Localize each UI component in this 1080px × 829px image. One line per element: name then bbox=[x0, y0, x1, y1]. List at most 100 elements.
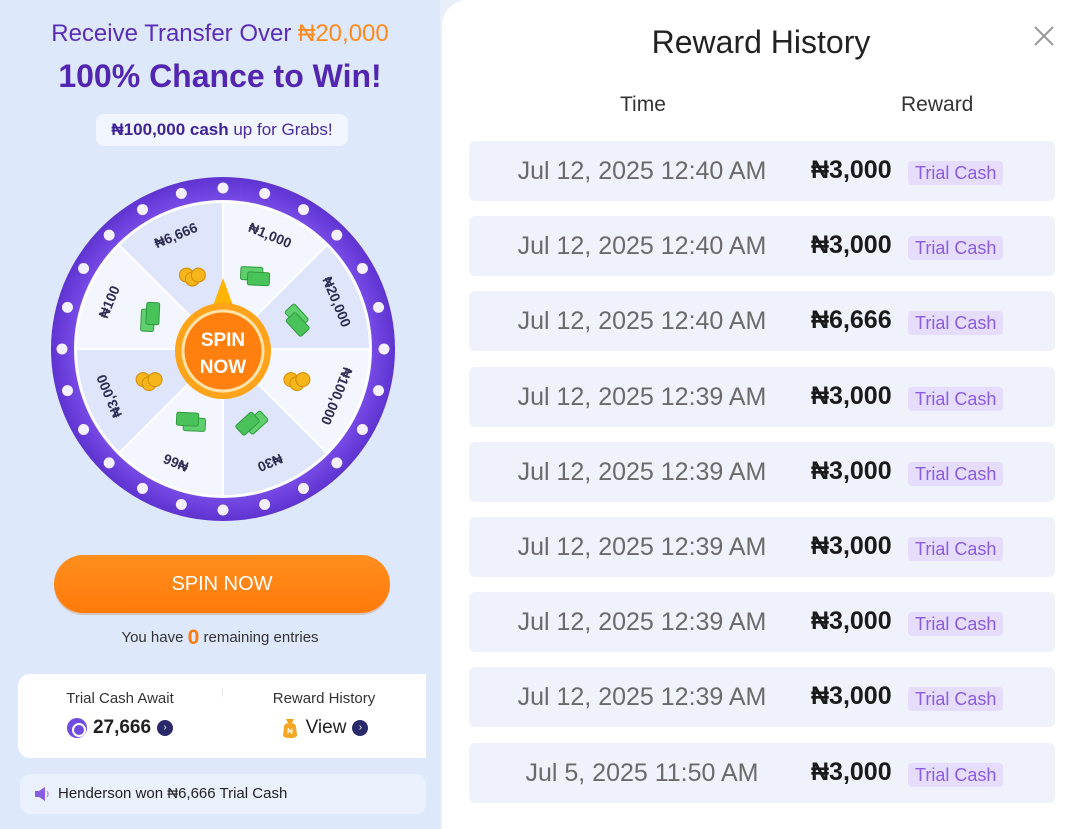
history-row: Jul 12, 2025 12:40 AM ₦6,666 Trial Cash bbox=[469, 291, 1055, 352]
entries-prefix: You have bbox=[121, 629, 188, 646]
history-amount: ₦3,000 bbox=[811, 381, 892, 410]
history-amount: ₦6,666 bbox=[811, 306, 892, 335]
history-row: Jul 12, 2025 12:39 AM ₦3,000 Trial Cash bbox=[469, 516, 1055, 577]
history-amount: ₦3,000 bbox=[811, 682, 892, 711]
winner-ticker: Henderson won ₦6,666 Trial Cash bbox=[20, 774, 426, 814]
grabs-text: up for Grabs! bbox=[228, 120, 333, 139]
history-list: Jul 12, 2025 12:40 AM ₦3,000 Trial Cash Jul… bbox=[469, 141, 1055, 818]
trial-cash-value-row[interactable]: 27,666 › bbox=[18, 717, 222, 739]
history-time: Jul 12, 2025 12:39 AM bbox=[517, 532, 767, 561]
promo-subheadline: 100% Chance to Win! bbox=[58, 58, 382, 94]
summary-card: Trial Cash Await 27,666 › Reward History… bbox=[18, 674, 426, 758]
chevron-right-icon[interactable]: › bbox=[157, 720, 174, 736]
spin-now-button[interactable]: SPIN NOW bbox=[54, 555, 390, 613]
spin-center-inner[interactable] bbox=[181, 309, 265, 393]
column-header-reward: Reward bbox=[901, 93, 974, 116]
grabs-banner: ₦100,000 cash up for Grabs! bbox=[96, 114, 348, 146]
history-tag: Trial Cash bbox=[908, 612, 1004, 637]
history-time: Jul 12, 2025 12:39 AM bbox=[517, 608, 767, 637]
history-row: Jul 12, 2025 12:39 AM ₦3,000 Trial Cash bbox=[469, 441, 1055, 502]
history-time: Jul 12, 2025 12:40 AM bbox=[517, 157, 767, 185]
trial-cash-value: 27,666 bbox=[92, 717, 152, 738]
money-bag-icon: ₦ bbox=[282, 719, 297, 738]
wheel-bulb bbox=[175, 499, 187, 511]
wheel-bulb bbox=[137, 482, 148, 494]
history-amount: ₦3,000 bbox=[811, 156, 892, 184]
promo-headline-prefix: Receive Transfer Over bbox=[51, 20, 298, 47]
wheel-bulb bbox=[259, 499, 271, 511]
wheel-bulb bbox=[217, 182, 229, 194]
entries-count: 0 bbox=[187, 626, 200, 649]
wheel-bulb bbox=[373, 301, 385, 313]
history-tag: Trial Cash bbox=[908, 762, 1004, 787]
wheel-bulb bbox=[356, 263, 368, 274]
history-time: Jul 12, 2025 12:39 AM bbox=[517, 457, 767, 486]
history-tag: Trial Cash bbox=[908, 461, 1004, 486]
wheel-bulb bbox=[331, 229, 343, 241]
spin-center-label-2: NOW bbox=[200, 357, 247, 378]
history-row: Jul 12, 2025 12:39 AM ₦3,000 Trial Cash bbox=[469, 667, 1055, 728]
wheel-bulb bbox=[259, 187, 271, 199]
promo-headline-amount: ₦20,000 bbox=[298, 20, 389, 47]
reward-history-modal: Reward History Time Reward Jul 12, 2025 … bbox=[442, 0, 1080, 829]
history-amount: ₦3,000 bbox=[811, 757, 892, 786]
history-amount: ₦3,000 bbox=[811, 607, 892, 636]
reward-history-view-link[interactable]: ₦ View › bbox=[222, 717, 426, 739]
history-tag: Trial Cash bbox=[908, 311, 1004, 336]
trial-cash-label: Trial Cash Await bbox=[66, 690, 174, 707]
wheel-bulb bbox=[298, 204, 309, 216]
history-amount: ₦3,000 bbox=[811, 456, 892, 485]
history-tag: Trial Cash bbox=[908, 687, 1004, 712]
history-tag: Trial Cash bbox=[908, 386, 1004, 411]
history-tag: Trial Cash bbox=[908, 236, 1004, 261]
history-time: Jul 12, 2025 12:40 AM bbox=[517, 307, 767, 336]
history-time: Jul 12, 2025 12:39 AM bbox=[517, 382, 767, 411]
modal-title: Reward History bbox=[651, 24, 871, 60]
wheel-bulb bbox=[356, 424, 368, 435]
close-icon[interactable] bbox=[1032, 24, 1056, 48]
wheel-bulb bbox=[298, 482, 309, 494]
wheel-bulb bbox=[137, 204, 148, 216]
wheel-bulb bbox=[373, 385, 385, 397]
history-amount: ₦3,000 bbox=[811, 531, 892, 560]
wheel-bulb bbox=[61, 301, 73, 313]
history-row: Jul 12, 2025 12:40 AM ₦3,000 Trial Cash bbox=[469, 216, 1055, 277]
remaining-entries: You have 0 remaining entries bbox=[0, 626, 440, 650]
wheel-bulb bbox=[78, 424, 90, 435]
wheel-bulb bbox=[103, 457, 115, 469]
wheel-bulb bbox=[56, 343, 68, 355]
history-row: Jul 5, 2025 11:50 AM ₦3,000 Trial Cash bbox=[469, 742, 1055, 803]
history-row: Jul 12, 2025 12:40 AM ₦3,000 Trial Cash bbox=[469, 141, 1055, 201]
column-header-time: Time bbox=[620, 93, 666, 116]
wheel-bulb bbox=[378, 343, 390, 355]
reward-history-section: Reward History ₦ View › bbox=[222, 674, 426, 758]
history-row: Jul 12, 2025 12:39 AM ₦3,000 Trial Cash bbox=[469, 366, 1055, 427]
grabs-amount: ₦100,000 cash bbox=[111, 120, 229, 139]
spin-center-label-1: SPIN bbox=[201, 330, 245, 351]
speaker-icon bbox=[35, 787, 49, 801]
promo-headline: Receive Transfer Over ₦20,000 bbox=[0, 20, 440, 48]
prize-wheel[interactable]: ₦6,666 ₦1,000₦20,000₦100,000₦30₦66₦3,000₦… bbox=[50, 176, 396, 522]
history-tag: Trial Cash bbox=[908, 536, 1004, 561]
history-amount: ₦3,000 bbox=[811, 231, 892, 260]
history-time: Jul 12, 2025 12:40 AM bbox=[517, 232, 767, 261]
view-link-label: View bbox=[305, 717, 347, 738]
trial-cash-section: Trial Cash Await 27,666 › bbox=[18, 674, 222, 758]
history-row: Jul 12, 2025 12:39 AM ₦3,000 Trial Cash bbox=[469, 592, 1055, 653]
history-tag: Trial Cash bbox=[908, 161, 1004, 185]
wheel-bulb bbox=[61, 385, 73, 397]
history-time: Jul 12, 2025 12:39 AM bbox=[517, 683, 767, 712]
ticker-text: Henderson won ₦6,666 Trial Cash bbox=[58, 785, 288, 802]
history-time: Jul 5, 2025 11:50 AM bbox=[525, 758, 759, 787]
svg-text:₦: ₦ bbox=[287, 727, 293, 736]
reward-history-label: Reward History bbox=[272, 690, 376, 707]
wheel-bulb bbox=[175, 187, 187, 199]
chevron-right-icon[interactable]: › bbox=[352, 720, 369, 736]
wheel-bulb bbox=[217, 504, 229, 516]
spin-promo-panel: Receive Transfer Over ₦20,000 100% Chanc… bbox=[0, 0, 440, 829]
coin-icon bbox=[66, 718, 87, 738]
wheel-bulb bbox=[331, 457, 343, 469]
wheel-bulb bbox=[78, 263, 90, 274]
wheel-bulb bbox=[103, 229, 115, 241]
entries-suffix: remaining entries bbox=[199, 629, 319, 646]
